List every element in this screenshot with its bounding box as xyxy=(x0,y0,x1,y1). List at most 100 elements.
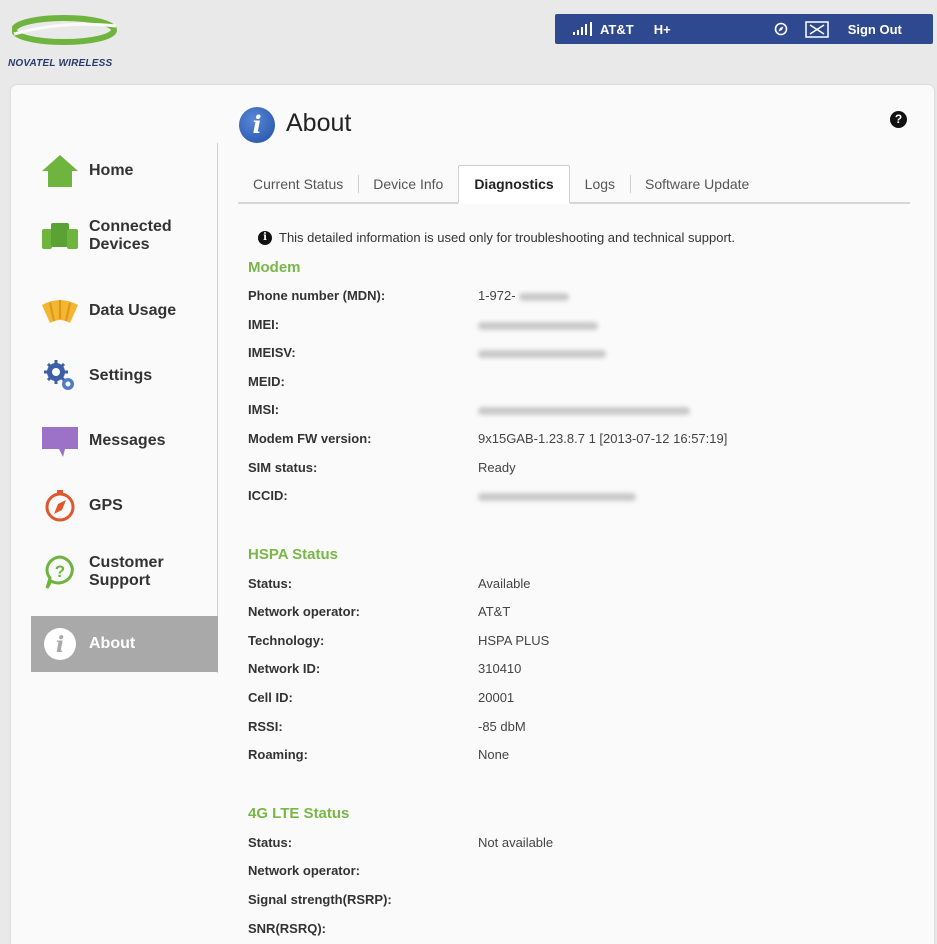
table-row: Network operator: xyxy=(248,863,888,883)
swoosh-logo-icon xyxy=(12,15,117,45)
tab-diagnostics[interactable]: Diagnostics xyxy=(458,165,570,204)
table-row: IMEI: xyxy=(248,317,888,337)
tab-device-info[interactable]: Device Info xyxy=(358,166,458,202)
home-icon xyxy=(39,150,81,192)
field-label: Status: xyxy=(248,835,293,850)
table-row: Network ID: 310410 xyxy=(248,661,888,681)
svg-text:i: i xyxy=(56,632,64,658)
connected-devices-icon xyxy=(39,215,81,257)
field-label: Network operator: xyxy=(248,604,360,619)
field-label: Cell ID: xyxy=(248,690,293,705)
redacted-value xyxy=(478,349,606,358)
gps-status-icon[interactable] xyxy=(774,22,788,36)
field-value xyxy=(478,317,598,332)
table-row: IMSI: xyxy=(248,402,888,422)
sidebar-item-label: Customer Support xyxy=(89,554,164,589)
field-value xyxy=(478,345,606,360)
field-value: 9x15GAB-1.23.8.7 1 [2013-07-12 16:57:19] xyxy=(478,431,728,446)
field-label: Signal strength(RSRP): xyxy=(248,892,392,907)
field-label: SIM status: xyxy=(248,460,318,475)
signal-strength-icon xyxy=(573,23,587,35)
field-value: AT&T xyxy=(478,604,511,619)
table-row: SIM status: Ready xyxy=(248,460,888,480)
tab-software-update[interactable]: Software Update xyxy=(630,166,764,202)
field-value: Ready xyxy=(478,460,516,475)
section-title-hspa: HSPA Status xyxy=(248,546,339,563)
redacted-value xyxy=(478,492,636,501)
table-row: ICCID: xyxy=(248,488,888,508)
field-label: Roaming: xyxy=(248,747,308,762)
sidebar-item-label: Data Usage xyxy=(89,302,177,319)
field-value: -85 dbM xyxy=(478,719,526,734)
info-notice: i This detailed information is used only… xyxy=(258,230,735,245)
table-row: Status: Not available xyxy=(248,835,888,855)
sidebar-item-messages[interactable]: Messages xyxy=(31,413,218,469)
redacted-value xyxy=(518,292,569,301)
field-label: MEID: xyxy=(248,374,285,389)
table-row: Signal strength(RSRP): xyxy=(248,892,888,912)
sidebar-item-about[interactable]: i About xyxy=(31,616,218,672)
field-label: Network ID: xyxy=(248,661,321,676)
sidebar-item-label: GPS xyxy=(89,497,123,514)
table-row: Modem FW version: 9x15GAB-1.23.8.7 1 [20… xyxy=(248,431,888,451)
field-label: Phone number (MDN): xyxy=(248,288,386,303)
table-row: Phone number (MDN): 1-972- xyxy=(248,288,888,308)
sidebar-item-label: Messages xyxy=(89,432,166,449)
sidebar-item-settings[interactable]: Settings xyxy=(31,348,218,404)
carrier-name: AT&T xyxy=(600,21,634,37)
table-row: SNR(RSRQ): xyxy=(248,921,888,941)
sidebar-item-gps[interactable]: GPS xyxy=(31,478,218,534)
compass-icon xyxy=(39,485,81,527)
sidebar-item-customer-support[interactable]: ? Customer Support xyxy=(31,544,218,600)
info-circle-icon: i xyxy=(258,230,272,245)
field-value: Not available xyxy=(478,835,554,850)
sidebar-item-connected-devices[interactable]: Connected Devices xyxy=(31,208,218,264)
svg-text:?: ? xyxy=(55,562,65,581)
field-value: HSPA PLUS xyxy=(478,633,550,648)
tab-bar: Current Status Device Info Diagnostics L… xyxy=(238,164,910,204)
table-row: Network operator: AT&T xyxy=(248,604,888,624)
main-panel: Home Connected Devices Data Usage Settin… xyxy=(11,85,934,944)
tab-logs[interactable]: Logs xyxy=(570,166,630,202)
sidebar-item-label: Settings xyxy=(89,367,153,384)
about-info-icon: i xyxy=(239,107,275,143)
field-value xyxy=(478,402,690,417)
field-label: Technology: xyxy=(248,633,325,648)
field-value: Available xyxy=(478,576,531,591)
table-row: IMEISV: xyxy=(248,345,888,365)
redacted-value xyxy=(478,321,598,330)
field-value: None xyxy=(478,747,510,762)
sidebar-nav: Home Connected Devices Data Usage Settin… xyxy=(11,85,219,944)
field-label: SNR(RSRQ): xyxy=(248,921,326,936)
table-row: MEID: xyxy=(248,374,888,394)
message-bubble-icon xyxy=(39,420,81,462)
tab-current-status[interactable]: Current Status xyxy=(238,166,358,202)
notice-text: This detailed information is used only f… xyxy=(279,230,735,245)
sidebar-item-label: Home xyxy=(89,162,134,179)
page-title: About xyxy=(286,109,352,137)
field-label: Network operator: xyxy=(248,863,360,878)
novatel-logo: NOVATEL WIRELESS xyxy=(8,8,138,78)
sidebar-item-label: About xyxy=(89,635,136,652)
help-icon[interactable]: ? xyxy=(890,111,907,128)
field-value: 20001 xyxy=(478,690,515,705)
field-label: IMSI: xyxy=(248,402,280,417)
table-row: Status: Available xyxy=(248,576,888,596)
messages-status-icon[interactable] xyxy=(804,20,829,38)
support-icon: ? xyxy=(39,551,81,593)
divider xyxy=(590,22,592,36)
sidebar-item-label: Connected Devices xyxy=(89,218,172,253)
logo-text: NOVATEL WIRELESS xyxy=(8,58,113,69)
sidebar-item-data-usage[interactable]: Data Usage xyxy=(31,283,218,339)
info-icon: i xyxy=(39,623,81,665)
table-row: RSSI: -85 dbM xyxy=(248,719,888,739)
field-label: Status: xyxy=(248,576,293,591)
gears-icon xyxy=(39,355,81,397)
table-row: Roaming: None xyxy=(248,747,888,767)
field-label: ICCID: xyxy=(248,488,288,503)
sign-out-button[interactable]: Sign Out xyxy=(848,22,902,37)
sidebar-item-home[interactable]: Home xyxy=(31,143,218,199)
redacted-value xyxy=(478,406,690,415)
network-type: H+ xyxy=(653,21,671,37)
field-value: 310410 xyxy=(478,661,522,676)
